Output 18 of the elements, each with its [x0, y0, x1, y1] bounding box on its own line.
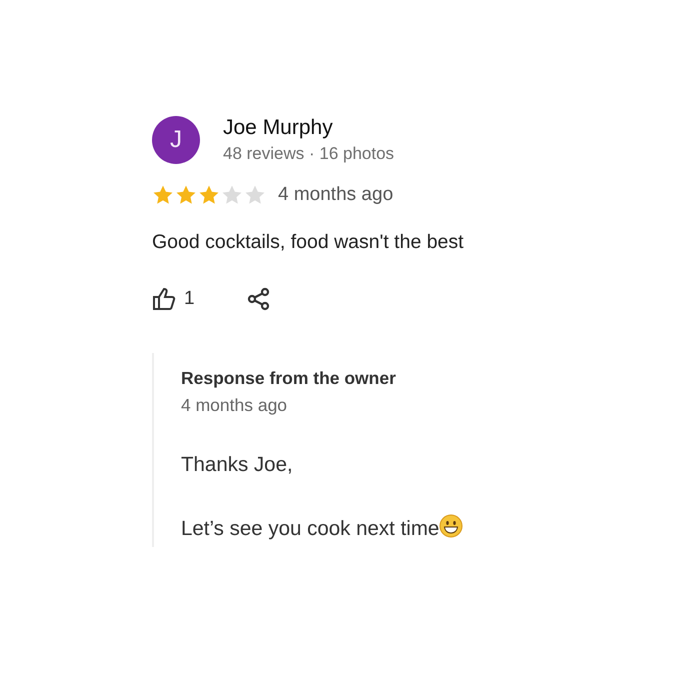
response-text: Thanks Joe,: [181, 453, 294, 477]
share-icon: [246, 287, 271, 311]
response-title: Response from the owner: [181, 368, 397, 389]
avatar[interactable]: J: [152, 116, 200, 164]
share-button[interactable]: [246, 287, 271, 311]
response-time: 4 months ago: [181, 395, 288, 416]
response-text: Let’s see you cook next time: [181, 514, 521, 541]
reviewer-stats: 48 reviews · 16 photos: [223, 144, 394, 164]
review-text: Good cocktails, food wasn't the best: [152, 231, 465, 254]
star-icon: [175, 184, 197, 206]
star-icon: [198, 184, 220, 206]
reviewer-name[interactable]: Joe Murphy: [223, 116, 394, 140]
star-icon: [221, 184, 243, 206]
star-icon: [152, 184, 174, 206]
star-icon: [244, 184, 266, 206]
thumbs-up-icon: [152, 287, 178, 311]
review-time: 4 months ago: [278, 184, 394, 206]
like-button[interactable]: 1: [152, 287, 195, 311]
